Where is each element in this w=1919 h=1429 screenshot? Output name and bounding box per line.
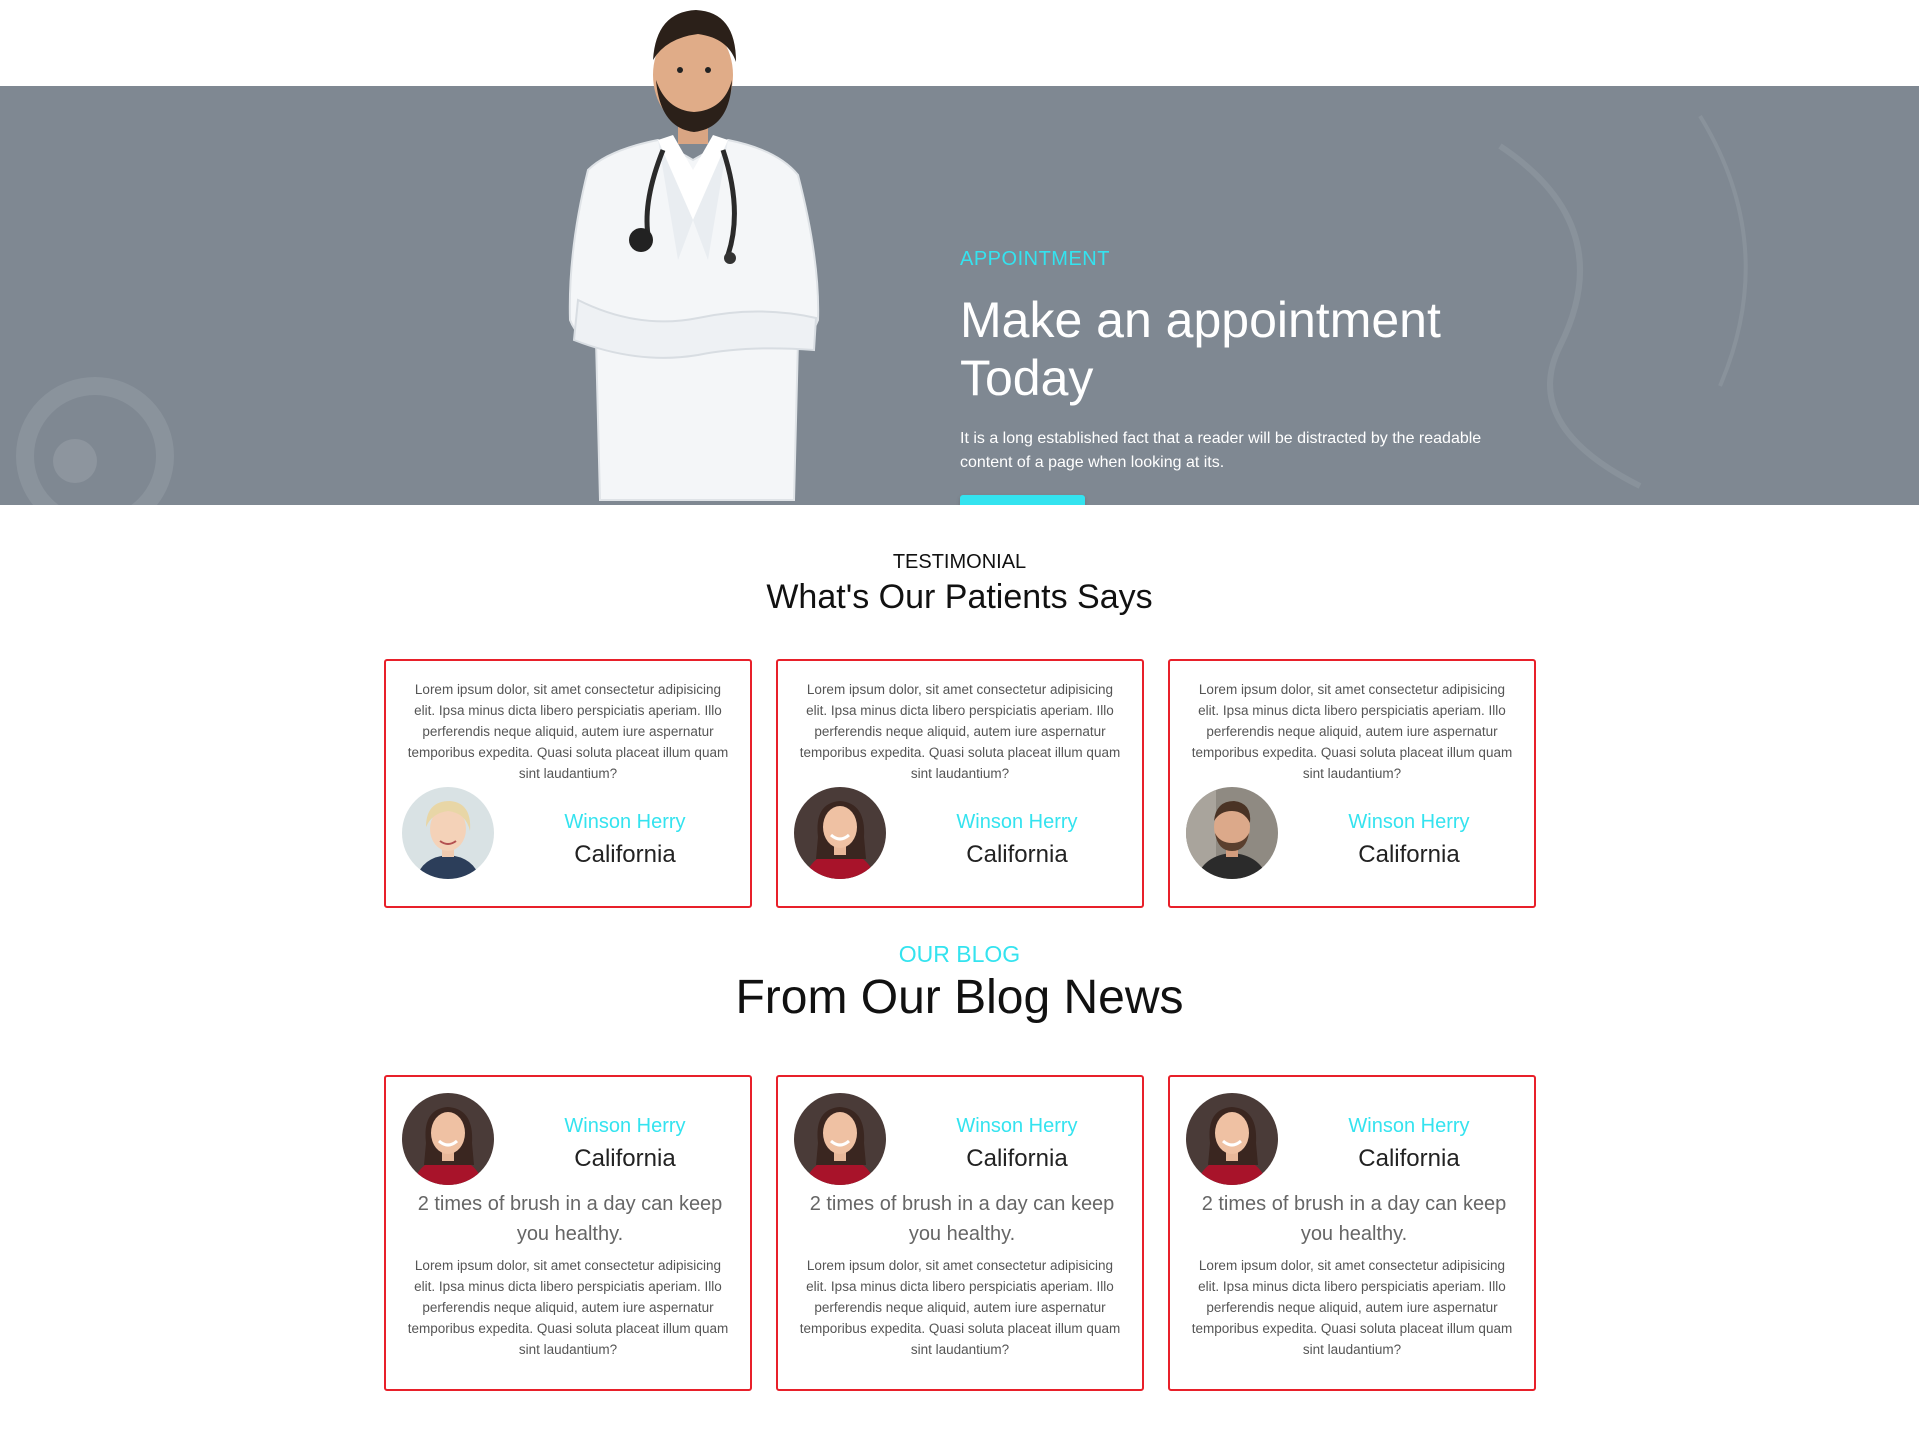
blog-headline[interactable]: 2 times of brush in a day can keep you h…	[406, 1189, 734, 1249]
testimonial-author: Winson Herry California	[794, 787, 1130, 879]
testimonial-author-location: California	[966, 841, 1068, 868]
blog-excerpt: Lorem ipsum dolor, sit amet consectetur …	[799, 1258, 1121, 1357]
testimonial-eyebrow: TESTIMONIAL	[892, 551, 1027, 573]
appointment-eyebrow: APPOINTMENT	[960, 248, 1110, 270]
blog-headline[interactable]: 2 times of brush in a day can keep you h…	[798, 1189, 1126, 1249]
blog-excerpt: Lorem ipsum dolor, sit amet consectetur …	[1191, 1258, 1513, 1357]
testimonial-card: Lorem ipsum dolor, sit amet consectetur …	[776, 659, 1144, 908]
blog-card[interactable]: Winson Herry California 2 times of brush…	[384, 1075, 752, 1391]
testimonial-card: Lorem ipsum dolor, sit amet consectetur …	[1168, 659, 1536, 908]
testimonial-author-location: California	[1358, 841, 1460, 868]
appointment-hero: APPOINTMENT Make an appointment Today It…	[0, 86, 1919, 505]
testimonial-author: Winson Herry California	[1186, 787, 1522, 879]
blog-author-name: Winson Herry	[564, 1115, 686, 1137]
testimonial-author: Winson Herry California	[402, 787, 738, 879]
testimonial-author-name: Winson Herry	[564, 811, 686, 833]
appointment-content: APPOINTMENT Make an appointment Today It…	[960, 248, 1520, 505]
appointment-description: It is a long established fact that a rea…	[960, 430, 1482, 471]
blog-excerpt: Lorem ipsum dolor, sit amet consectetur …	[407, 1258, 729, 1357]
blog-author-location: California	[966, 1145, 1068, 1172]
blog-author: Winson Herry California	[402, 1093, 738, 1185]
blog-title: From Our Blog News	[735, 971, 1184, 1024]
blog-author-location: California	[1358, 1145, 1460, 1172]
blog-author-location: California	[574, 1145, 676, 1172]
appointment-title: Make an appointment Today	[960, 291, 1520, 407]
learn-more-button[interactable]: LEARN MORE	[960, 495, 1085, 505]
appointment-title-line2: Today	[960, 350, 1094, 406]
blonde-woman-avatar	[402, 787, 494, 879]
blog-author: Winson Herry California	[1186, 1093, 1522, 1185]
testimonial-title: What's Our Patients Says	[766, 578, 1153, 616]
blog-author-name: Winson Herry	[956, 1115, 1078, 1137]
testimonial-text: Lorem ipsum dolor, sit amet consectetur …	[1191, 682, 1513, 781]
doctor-image	[568, 10, 820, 501]
testimonial-text: Lorem ipsum dolor, sit amet consectetur …	[799, 682, 1121, 781]
testimonial-author-name: Winson Herry	[956, 811, 1078, 833]
brunette-woman-avatar	[402, 1093, 494, 1185]
brunette-woman-avatar	[794, 1093, 886, 1185]
blog-eyebrow: OUR BLOG	[898, 941, 1021, 967]
blog-author-name: Winson Herry	[1348, 1115, 1470, 1137]
testimonial-card: Lorem ipsum dolor, sit amet consectetur …	[384, 659, 752, 908]
blog-card[interactable]: Winson Herry California 2 times of brush…	[776, 1075, 1144, 1391]
brunette-woman-avatar	[794, 787, 886, 879]
appointment-title-line1: Make an appointment	[960, 292, 1441, 348]
testimonial-text: Lorem ipsum dolor, sit amet consectetur …	[407, 682, 729, 781]
blog-headline[interactable]: 2 times of brush in a day can keep you h…	[1190, 1189, 1518, 1249]
testimonial-author-location: California	[574, 841, 676, 868]
bearded-man-avatar	[1186, 787, 1278, 879]
testimonial-author-name: Winson Herry	[1348, 811, 1470, 833]
brunette-woman-avatar	[1186, 1093, 1278, 1185]
blog-card[interactable]: Winson Herry California 2 times of brush…	[1168, 1075, 1536, 1391]
blog-author: Winson Herry California	[794, 1093, 1130, 1185]
